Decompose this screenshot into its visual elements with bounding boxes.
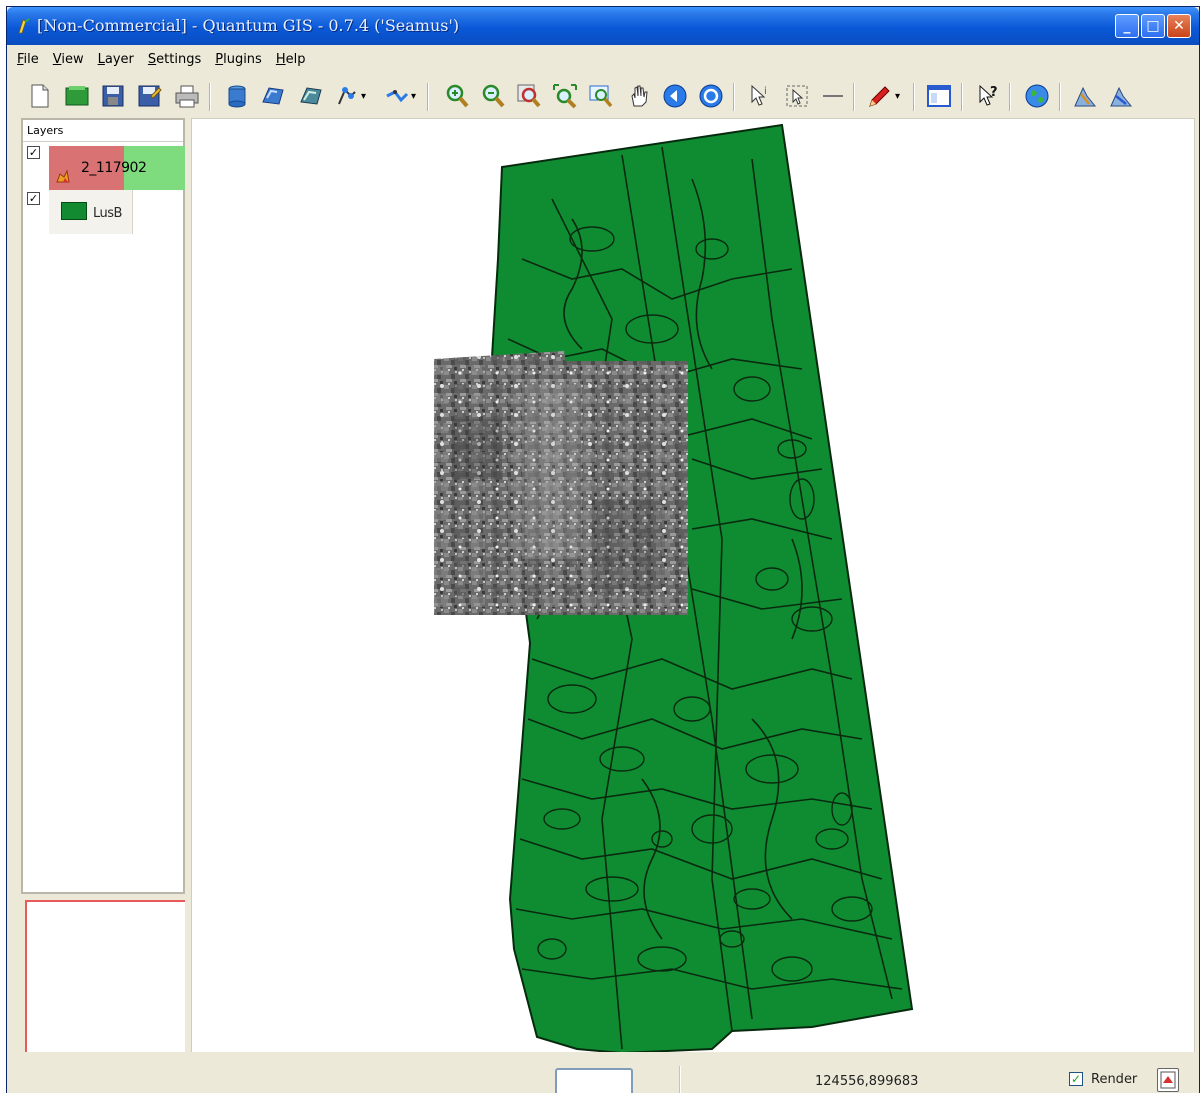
- title-bar[interactable]: [Non-Commercial] - Quantum GIS - 0.7.4 (…: [7, 7, 1199, 45]
- help-whats-this-icon[interactable]: ?: [975, 82, 1003, 110]
- toolbar-separator: [427, 83, 429, 111]
- menu-plugins[interactable]: Plugins: [215, 52, 262, 67]
- maximize-button[interactable]: □: [1141, 14, 1165, 38]
- toolbar-separator: [1009, 83, 1011, 111]
- zoom-selection-icon[interactable]: [551, 82, 579, 110]
- status-bar: 124556,899683 ✓ Render: [7, 1052, 1199, 1093]
- layers-header: Layers: [23, 120, 183, 142]
- overview-panel[interactable]: [25, 900, 185, 1054]
- layer-name-raster: 2_117902: [81, 160, 147, 176]
- minimize-button[interactable]: _: [1115, 14, 1139, 38]
- measure-icon[interactable]: [697, 82, 725, 110]
- svg-text:?: ?: [990, 85, 998, 100]
- layer-item-vector[interactable]: ✓ LusB: [23, 190, 185, 236]
- close-button[interactable]: ✕: [1167, 14, 1191, 38]
- menu-bar: File View Layer Settings Plugins Help: [7, 47, 1199, 71]
- open-project-icon[interactable]: [63, 82, 91, 110]
- new-project-icon[interactable]: [25, 82, 53, 110]
- toolbar-separator: [913, 83, 915, 111]
- render-label: Render: [1091, 1072, 1138, 1087]
- menu-settings[interactable]: Settings: [148, 52, 201, 67]
- zoom-full-icon[interactable]: [515, 82, 543, 110]
- zoom-out-icon[interactable]: [479, 82, 507, 110]
- vector-layer-legend: LusB: [49, 190, 133, 234]
- select-features-icon[interactable]: [783, 82, 811, 110]
- identify-icon[interactable]: i: [747, 82, 775, 110]
- layer-item-raster[interactable]: ✓ 2_117902: [23, 144, 185, 190]
- layer-visibility-checkbox[interactable]: ✓: [27, 192, 40, 205]
- zoom-in-icon[interactable]: [443, 82, 471, 110]
- zoom-last-icon[interactable]: [587, 82, 615, 110]
- print-icon[interactable]: [173, 82, 201, 110]
- refresh-icon[interactable]: [661, 82, 689, 110]
- raster-layer-legend: 2_117902: [49, 146, 185, 190]
- toolbar-separator: [733, 83, 735, 111]
- toolbar-separator: [209, 83, 211, 111]
- coordinate-readout: 124556,899683: [815, 1074, 919, 1089]
- capture-point-icon[interactable]: [333, 82, 361, 110]
- render-checkbox[interactable]: ✓: [1069, 1072, 1083, 1086]
- menu-layer[interactable]: Layer: [98, 52, 134, 67]
- menu-help[interactable]: Help: [276, 52, 306, 67]
- add-raster-layer-icon[interactable]: [259, 82, 287, 110]
- layer-name-vector: LusB: [93, 206, 122, 221]
- edit-pencil-icon[interactable]: [865, 82, 893, 110]
- main-window: [Non-Commercial] - Quantum GIS - 0.7.4 (…: [6, 6, 1200, 1093]
- status-separator: [679, 1066, 681, 1093]
- save-project-icon[interactable]: [99, 82, 127, 110]
- map-render-icon: [1160, 1071, 1176, 1089]
- menu-view[interactable]: View: [53, 52, 84, 67]
- window-title: [Non-Commercial] - Quantum GIS - 0.7.4 (…: [37, 16, 460, 35]
- render-stop-button[interactable]: [1157, 1068, 1179, 1092]
- qgis-app-icon: [18, 18, 30, 34]
- layers-panel: Layers ✓ 2_117902 ✓ LusB: [21, 118, 185, 894]
- scale-field[interactable]: [555, 1068, 633, 1093]
- menu-file[interactable]: File: [17, 52, 39, 67]
- measure-line-icon[interactable]: [819, 82, 847, 110]
- toolbar-separator: [961, 83, 963, 111]
- add-postgis-layer-icon[interactable]: [297, 82, 325, 110]
- raster-layer-icon: [56, 169, 70, 183]
- globe-icon[interactable]: [1023, 82, 1051, 110]
- add-vector-layer-icon[interactable]: [223, 82, 251, 110]
- toolbar: ▾ ▾ i ▾ ?: [7, 77, 1199, 119]
- layer-visibility-checkbox[interactable]: ✓: [27, 146, 40, 159]
- vector-fill-swatch: [61, 202, 87, 220]
- toolbar-separator: [1059, 83, 1061, 111]
- capture-line-dropdown-icon[interactable]: ▾: [411, 91, 416, 102]
- capture-line-icon[interactable]: [383, 82, 411, 110]
- map-canvas[interactable]: [191, 118, 1195, 1054]
- plugin-b-icon[interactable]: [1107, 82, 1135, 110]
- pan-icon[interactable]: [625, 82, 653, 110]
- plugin-a-icon[interactable]: [1071, 82, 1099, 110]
- map-drawing: [434, 123, 914, 1053]
- edit-dropdown-icon[interactable]: ▾: [895, 91, 900, 102]
- capture-dropdown-icon[interactable]: ▾: [361, 91, 366, 102]
- toolbar-separator: [853, 83, 855, 111]
- raster-layer-image: [434, 351, 688, 615]
- overview-icon[interactable]: [925, 82, 953, 110]
- svg-text:i: i: [764, 86, 767, 97]
- save-as-icon[interactable]: [135, 82, 163, 110]
